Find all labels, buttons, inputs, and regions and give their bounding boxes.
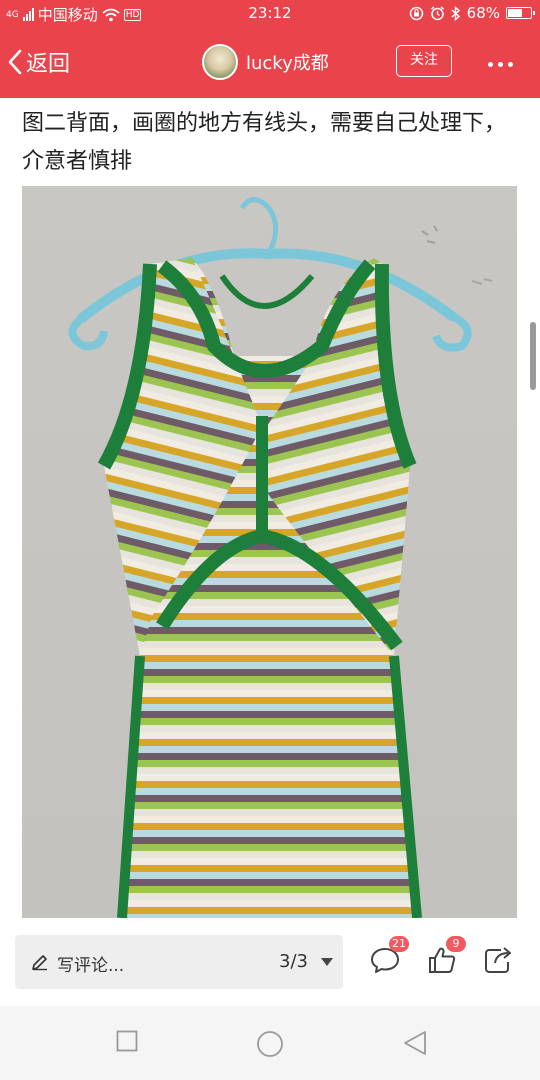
bluetooth-icon [451,5,460,21]
lock-rotate-icon [409,6,423,20]
square-nav-icon[interactable] [116,1030,138,1052]
caret-down-icon[interactable] [320,957,334,967]
status-bar: 4G 中国移动 HD 23:12 68% [0,0,540,28]
comment-count-badge: 21 [389,936,409,952]
avatar[interactable] [202,44,238,80]
back-chevron-icon [8,49,22,75]
follow-button[interactable]: 关注 [396,45,452,77]
pen-icon [32,955,47,971]
status-time: 23:12 [248,4,292,22]
status-right: 68% [409,4,535,22]
author-name[interactable]: lucky成都 [246,49,329,75]
page-indicator: 3/3 [279,951,308,972]
share-button[interactable] [482,944,522,984]
post-photo[interactable] [22,186,517,918]
triangle-back-nav-icon[interactable] [402,1030,428,1056]
back-label: 返回 [26,52,71,77]
circle-nav-icon[interactable] [256,1030,284,1058]
top-nav-bar: 返回 lucky成都 关注 [0,28,540,98]
share-icon [485,947,511,973]
alarm-icon [430,5,444,20]
comment-button[interactable]: 21 [369,936,409,984]
comment-input[interactable]: 写评论... 3/3 [15,935,343,989]
author-info[interactable]: lucky成都 [202,44,329,80]
scrollbar-thumb[interactable] [530,322,536,390]
battery-percent: 68% [466,4,500,22]
knit-dress-illustration [68,197,493,918]
comment-placeholder: 写评论... [57,956,125,976]
battery-icon [506,7,535,19]
system-nav-bar [0,1006,540,1080]
bottom-action-bar: 写评论... 3/3 21 9 [0,924,540,1006]
like-count-badge: 9 [446,936,466,952]
back-button[interactable]: 返回 [8,46,70,78]
like-button[interactable]: 9 [426,936,466,984]
post-caption: 图二背面，画圈的地方有线头，需要自己处理下，介意者慎排 [22,111,507,174]
more-icon[interactable] [488,62,513,67]
